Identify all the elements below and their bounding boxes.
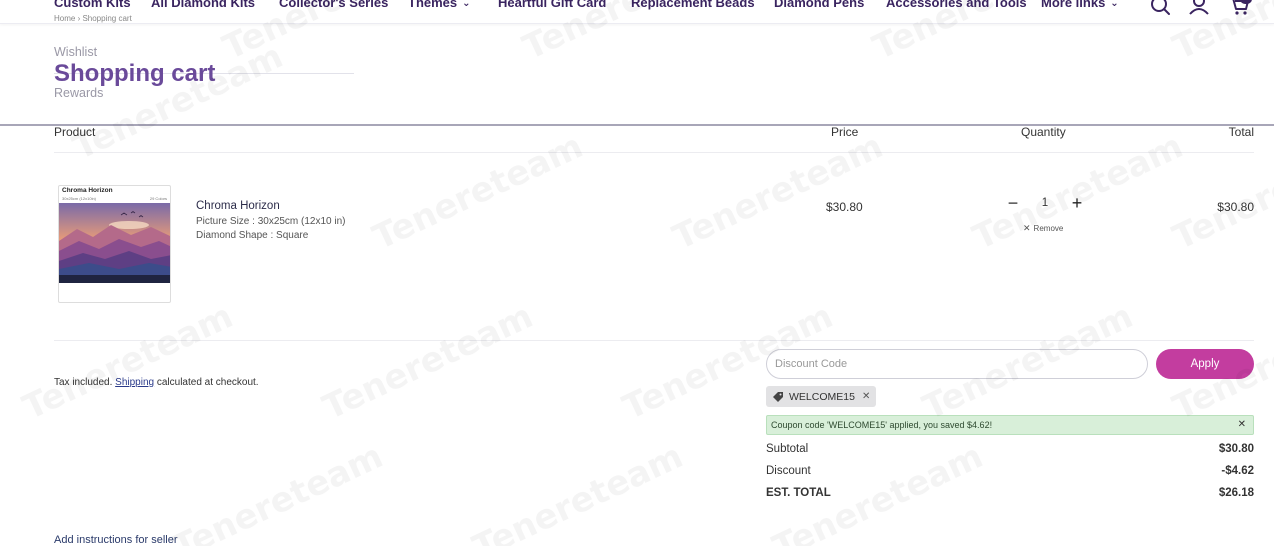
nav-heartful-gift-card[interactable]: Heartful Gift Card xyxy=(498,0,606,10)
close-icon[interactable]: ✕ xyxy=(1238,416,1246,434)
product-line-total: $30.80 xyxy=(1217,200,1254,214)
table-row-divider xyxy=(54,340,1254,341)
thumbnail-colors: 29 Colors xyxy=(149,196,167,201)
product-price: $30.80 xyxy=(826,200,863,214)
quantity-value[interactable]: 1 xyxy=(1037,197,1053,209)
applied-coupon-chip: WELCOME15 ✕ xyxy=(766,386,877,407)
product-thumbnail[interactable]: Chroma Horizon 30x25cm (12x10in) 29 Colo… xyxy=(58,185,171,303)
nav-collectors-series[interactable]: Collector's Series xyxy=(279,0,388,10)
search-icon[interactable] xyxy=(1149,0,1171,18)
nav-custom-kits[interactable]: Custom Kits xyxy=(54,0,131,10)
chevron-down-icon: ⌄ xyxy=(1110,0,1119,9)
column-header-product: Product xyxy=(54,125,96,139)
watermark-text: Tenereteam xyxy=(17,296,239,428)
watermark-text: Tenereteam xyxy=(367,126,589,258)
discount-label: Discount xyxy=(766,465,811,477)
product-picture-size: Picture Size : 30x25cm (12x10 in) xyxy=(196,216,346,227)
table-header-divider xyxy=(54,152,1254,153)
remove-item-button[interactable]: ✕ Remove xyxy=(1023,223,1063,234)
nav-themes[interactable]: Themes ⌄ xyxy=(408,0,471,10)
watermark-text: Tenereteam xyxy=(467,436,689,546)
wishlist-link[interactable]: Wishlist xyxy=(54,45,97,59)
nav-accessories-and-tools[interactable]: Accessories and Tools xyxy=(886,0,1027,10)
top-navigation: Custom Kits All Diamond Kits Collector's… xyxy=(0,0,1274,24)
discount-value: -$4.62 xyxy=(1221,465,1254,477)
apply-discount-button[interactable]: Apply xyxy=(1156,349,1254,379)
estimated-total-value: $26.18 xyxy=(1218,487,1254,499)
nav-diamond-pens[interactable]: Diamond Pens xyxy=(774,0,864,10)
tax-note: Tax included. Shipping calculated at che… xyxy=(54,377,259,388)
column-header-quantity: Quantity xyxy=(1021,125,1066,139)
breadcrumb[interactable]: Home › Shopping cart xyxy=(54,14,132,23)
tax-note-prefix: Tax included. xyxy=(54,377,116,388)
thumbnail-title: Chroma Horizon xyxy=(62,187,113,194)
nav-all-diamond-kits[interactable]: All Diamond Kits xyxy=(151,0,255,10)
subtotal-value: $30.80 xyxy=(1218,443,1254,455)
watermark-text: Tenereteam xyxy=(1167,126,1274,258)
coupon-success-message: Coupon code 'WELCOME15' applied, you sav… xyxy=(771,420,993,430)
column-header-price: Price xyxy=(831,125,859,139)
tag-icon xyxy=(773,391,783,402)
tax-note-suffix: calculated at checkout. xyxy=(154,377,259,388)
watermark-text: Tenereteam xyxy=(667,126,889,258)
account-icon[interactable] xyxy=(1188,0,1210,18)
quantity-decrease-button[interactable]: − xyxy=(1004,193,1022,213)
nav-replacement-beads[interactable]: Replacement Beads xyxy=(631,0,755,10)
shipping-link[interactable]: Shipping xyxy=(115,377,154,388)
add-seller-instructions-link[interactable]: Add instructions for seller xyxy=(54,534,178,546)
estimated-total-label: EST. TOTAL xyxy=(766,487,831,499)
header-divider xyxy=(0,124,1274,126)
remove-coupon-icon[interactable]: ✕ xyxy=(862,391,870,402)
nav-more-links[interactable]: More links ⌄ xyxy=(1041,0,1119,10)
chevron-down-icon: ⌄ xyxy=(462,0,471,9)
page-title: Shopping cart xyxy=(54,60,216,87)
coupon-code-label: WELCOME15 xyxy=(789,390,855,403)
nav-themes-label: Themes xyxy=(408,0,458,10)
column-header-total: Total xyxy=(1228,125,1254,139)
watermark-text: Tenereteam xyxy=(67,36,289,168)
subtotal-label: Subtotal xyxy=(766,443,809,455)
product-name[interactable]: Chroma Horizon xyxy=(196,200,280,212)
product-artwork-image xyxy=(59,203,170,283)
coupon-success-banner: Coupon code 'WELCOME15' applied, you sav… xyxy=(766,415,1254,435)
watermark-text: Tenereteam xyxy=(317,296,539,428)
quantity-increase-button[interactable]: + xyxy=(1068,193,1086,213)
nav-more-links-label: More links xyxy=(1041,0,1106,10)
rewards-link[interactable]: Rewards xyxy=(54,86,103,100)
watermark-text: Tenereteam xyxy=(167,436,389,546)
discount-code-input[interactable] xyxy=(766,349,1148,379)
cart-count-badge xyxy=(1240,0,1252,4)
product-diamond-shape: Diamond Shape : Square xyxy=(196,230,309,241)
close-icon: ✕ xyxy=(1023,223,1031,233)
thumbnail-size: 30x25cm (12x10in) xyxy=(62,196,97,201)
remove-label: Remove xyxy=(1033,224,1064,233)
